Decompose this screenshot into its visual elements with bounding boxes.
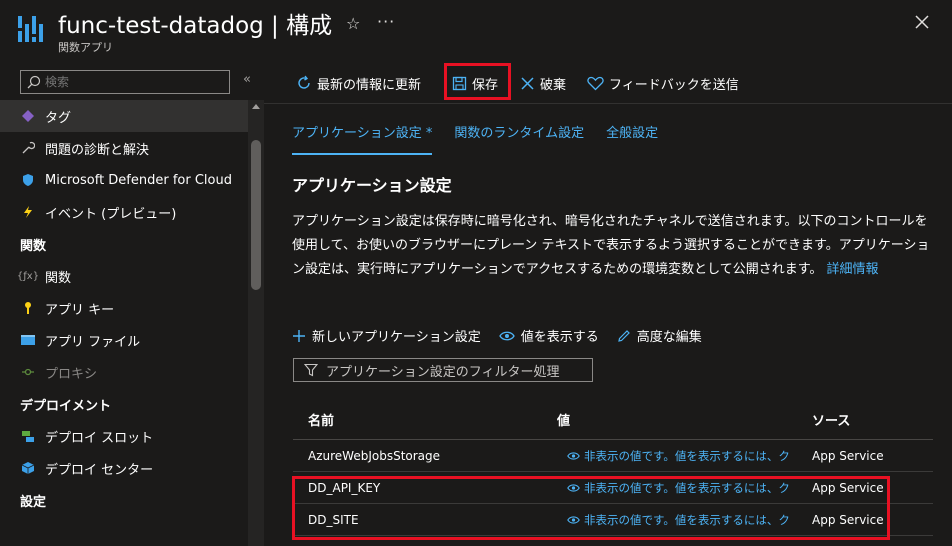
column-header-value[interactable]: 値 <box>557 410 802 429</box>
section-title: アプリケーション設定 <box>292 176 452 195</box>
sidebar-item-label: タグ <box>45 110 72 126</box>
setting-value[interactable]: 非表示の値です。値を表示するには、ク <box>557 448 802 464</box>
sidebar-item-label: デプロイ スロット <box>45 430 154 446</box>
sidebar-item-label: プロキシ <box>45 366 98 382</box>
sidebar-item-label: Microsoft Defender for Cloud <box>45 172 232 188</box>
tab-function-runtime-settings[interactable]: 関数のランタイム設定 <box>454 122 584 155</box>
sidebar-item-label: 問題の診断と解決 <box>45 142 150 158</box>
sidebar-item-label: 関数 <box>45 270 72 286</box>
learn-more-link[interactable]: 詳細情報 <box>827 262 879 277</box>
sidebar-item-app-keys[interactable]: アプリ キー <box>0 292 248 324</box>
function-icon: {ƒx} <box>16 270 40 282</box>
command-bar: 最新の情報に更新 保存 破棄 フィードバックを送信 <box>264 62 952 104</box>
plus-icon <box>292 329 306 343</box>
sidebar-nav: タグ 問題の診断と解決 Microsoft Defender for Cloud… <box>0 100 248 516</box>
refresh-label: 最新の情報に更新 <box>317 77 422 93</box>
feedback-button[interactable]: フィードバックを送信 <box>587 62 739 104</box>
hidden-value-text: 非表示の値です。値を表示するには、ク <box>584 448 790 463</box>
key-icon <box>20 300 36 316</box>
sidebar-scrollbar[interactable] <box>248 100 264 546</box>
code-file-icon <box>20 332 36 348</box>
page-header: func-test-datadog | 構成 関数アプリ ☆ ··· <box>0 0 952 62</box>
new-setting-label: 新しいアプリケーション設定 <box>312 330 481 345</box>
more-options-icon[interactable]: ··· <box>377 12 395 31</box>
sidebar-item-label: デプロイ センター <box>45 462 154 478</box>
column-header-source[interactable]: ソース <box>802 410 933 429</box>
sidebar-section-functions: 関数 <box>20 238 47 254</box>
tab-general-settings[interactable]: 全般設定 <box>606 122 658 155</box>
settings-toolbar: 新しいアプリケーション設定 値を表示する 高度な編集 <box>292 326 720 345</box>
advanced-edit-button[interactable]: 高度な編集 <box>617 326 702 345</box>
sidebar-section-settings: 設定 <box>20 494 47 510</box>
sidebar-search-input[interactable] <box>45 73 225 91</box>
cube-icon <box>20 460 36 476</box>
save-button-highlight <box>444 63 511 100</box>
table-row[interactable]: AzureWebJobsStorage 非表示の値です。値を表示するには、ク A… <box>293 440 933 472</box>
discard-button[interactable]: 破棄 <box>520 62 566 104</box>
table-header: 名前 値 ソース <box>293 400 933 440</box>
eye-icon <box>498 330 515 342</box>
scrollbar-thumb[interactable] <box>251 140 261 290</box>
favorite-star-icon[interactable]: ☆ <box>346 14 360 33</box>
sidebar-search-box[interactable] <box>20 70 230 94</box>
lightning-icon <box>20 204 36 220</box>
sidebar-item-label: イベント (プレビュー) <box>45 206 177 222</box>
sidebar-item-deploy-slots[interactable]: デプロイ スロット <box>0 420 248 452</box>
heart-icon <box>587 76 604 91</box>
sidebar-item-deploy-center[interactable]: デプロイ センター <box>0 452 248 484</box>
shield-icon <box>20 172 36 188</box>
description: アプリケーション設定は保存時に暗号化され、暗号化されたチャネルで送信されます。以… <box>292 210 932 282</box>
sidebar-item-proxies[interactable]: プロキシ <box>0 356 248 388</box>
sidebar-item-app-files[interactable]: アプリ ファイル <box>0 324 248 356</box>
column-header-name[interactable]: 名前 <box>293 410 557 429</box>
sidebar-item-label: アプリ ファイル <box>45 334 141 350</box>
sidebar-item-diagnose[interactable]: 問題の診断と解決 <box>0 132 248 164</box>
setting-source: App Service <box>812 448 884 463</box>
show-values-button[interactable]: 値を表示する <box>498 326 599 345</box>
sidebar-section-deployment: デプロイメント <box>20 398 112 414</box>
pencil-icon <box>617 329 631 343</box>
feedback-label: フィードバックを送信 <box>609 77 739 93</box>
filter-placeholder: アプリケーション設定のフィルター処理 <box>326 364 560 380</box>
sidebar-item-defender[interactable]: Microsoft Defender for Cloud <box>0 164 248 196</box>
wrench-icon <box>20 140 36 156</box>
page-subtitle: 関数アプリ <box>58 41 113 54</box>
new-application-setting-button[interactable]: 新しいアプリケーション設定 <box>292 326 481 345</box>
tab-application-settings[interactable]: アプリケーション設定 * <box>292 122 433 155</box>
tab-list: アプリケーション設定 * 関数のランタイム設定 全般設定 <box>292 122 680 155</box>
sidebar-item-tags[interactable]: タグ <box>0 100 248 132</box>
dd-rows-highlight <box>292 476 890 540</box>
app-window: func-test-datadog | 構成 関数アプリ ☆ ··· « タグ … <box>0 0 952 546</box>
show-values-label: 値を表示する <box>520 330 599 345</box>
refresh-button[interactable]: 最新の情報に更新 <box>296 62 421 104</box>
scroll-up-arrow-icon[interactable] <box>252 104 260 109</box>
close-icon[interactable] <box>912 12 932 32</box>
filter-icon <box>304 363 318 377</box>
sidebar-item-events[interactable]: イベント (プレビュー) <box>0 196 248 228</box>
eye-icon <box>567 450 580 464</box>
settings-filter-input[interactable]: アプリケーション設定のフィルター処理 <box>293 358 593 382</box>
proxy-icon <box>20 364 36 380</box>
sidebar: « タグ 問題の診断と解決 Microsoft Defender for Clo… <box>0 62 264 546</box>
page-title: func-test-datadog | 構成 <box>58 13 333 39</box>
advanced-edit-label: 高度な編集 <box>636 330 702 345</box>
collapse-sidebar-icon[interactable]: « <box>243 72 251 87</box>
sidebar-item-label: アプリ キー <box>45 302 115 318</box>
sidebar-item-functions[interactable]: {ƒx} 関数 <box>0 260 248 292</box>
discard-x-icon <box>520 76 535 91</box>
setting-name[interactable]: AzureWebJobsStorage <box>293 449 557 463</box>
search-icon <box>27 75 41 89</box>
discard-label: 破棄 <box>540 77 567 93</box>
tag-icon <box>20 108 36 124</box>
function-app-logo-icon <box>16 16 43 42</box>
slots-icon <box>20 428 36 444</box>
refresh-icon <box>296 75 312 91</box>
